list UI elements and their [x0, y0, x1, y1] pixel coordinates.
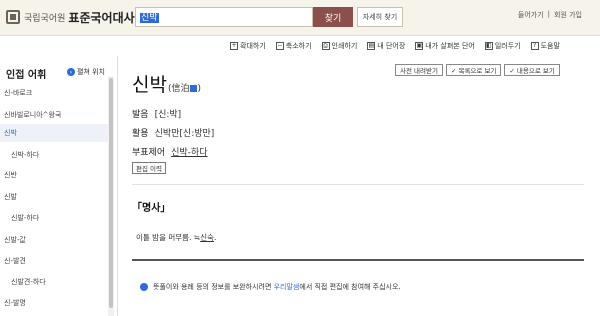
viewed-words-button[interactable]: ▣ 내가 살펴본 단어 [415, 41, 475, 51]
download-dictionary-button[interactable]: 사전 내려받기 [395, 64, 443, 76]
my-wordbook-button[interactable]: ▤ 내 단어장 [367, 41, 405, 51]
sidebar-item[interactable]: 신발-값 [0, 231, 110, 249]
edit-history-button[interactable]: 편집 이력 [132, 162, 166, 174]
synonym-link[interactable]: 신숙 [200, 233, 214, 242]
sidebar-item[interactable]: 신발견-하다 [0, 273, 110, 291]
search-button[interactable]: 찾기 [313, 7, 353, 27]
signup-link[interactable]: 회원 가입 [554, 10, 582, 20]
print-label: 인쇄하기 [331, 42, 358, 50]
sidebar-item[interactable]: 신-발명 [0, 294, 110, 312]
pronunciation-label: 발음 [132, 110, 149, 120]
sidebar-item[interactable]: 신-발견 [0, 252, 110, 270]
sidebar-item[interactable]: 신-바로크 [0, 84, 110, 102]
conjugation-value: 신박만[신:방만] [154, 129, 215, 139]
headword: 신박 [132, 74, 167, 96]
guide-icon: ◧ [484, 42, 493, 50]
my-wordbook-label: 내 단어장 [377, 42, 406, 50]
derivative-link[interactable]: 신박-하다 [171, 145, 207, 158]
guide-label: 일러두기 [494, 42, 521, 50]
sidebar-item[interactable]: 신박-하다 [0, 146, 110, 164]
headword-block: 신박 (信泊) [132, 70, 201, 97]
jump-label: 펼쳐 위치 [77, 68, 105, 76]
search-input-value: 신박 [140, 13, 159, 23]
derivative-row: 부표제어 신박-하다 [132, 145, 208, 158]
part-of-speech: 「명사」 [132, 203, 171, 214]
definition-text: 이틀 밤을 머무름. ≒ [136, 233, 201, 242]
jump-arrow-icon: › [67, 68, 75, 76]
detail-search-button[interactable]: 자세히 찾기 [357, 7, 403, 27]
logo-small-text: 국립국어원 [24, 13, 66, 24]
guide-button[interactable]: ◧ 일러두기 [484, 41, 521, 51]
notice-pre: 뜻풀이와 용례 등의 정보를 보완하시려면 [153, 283, 274, 291]
print-button[interactable]: ⎙ 인쇄하기 [321, 41, 358, 51]
section-divider [132, 259, 584, 261]
viewed-words-label: 내가 살펴본 단어 [425, 42, 475, 50]
sidebar-scrollbar-thumb[interactable] [109, 78, 113, 308]
help-button[interactable]: ? 도움말 [530, 41, 560, 51]
wordbook-icon: ▤ [367, 42, 376, 50]
zoom-out-button[interactable]: − 축소하기 [275, 41, 312, 51]
conjugation-row: 활용 신박만[신:방만] [132, 126, 214, 139]
zoom-in-button[interactable]: + 확대하기 [230, 41, 266, 51]
top-links: 들어가기 | 회원 가입 [518, 10, 582, 20]
zoom-out-label: 축소하기 [285, 42, 312, 50]
zoom-in-icon: + [230, 42, 238, 50]
pronunciation-row: 발음 [신:박] [132, 107, 181, 120]
edit-notice: 뜻풀이와 용례 등의 정보를 보완하시려면 우리말샘에서 직접 편집에 참여해 … [140, 282, 401, 292]
sidebar-item-active[interactable]: 신박 [0, 124, 110, 142]
header: 국립국어원 표준국어대사전 신박 찾기 자세히 찾기 들어가기 | 회원 가입 [0, 0, 600, 36]
conjugation-label: 활용 [132, 129, 149, 139]
definition-end: . [213, 233, 217, 242]
sidebar-item[interactable]: 신반 [0, 166, 110, 184]
adjacent-words-sidebar: 인접 어휘 › 펼쳐 위치 신-바로크 신바빌로니아^왕국 신박 신박-하다 신… [0, 56, 118, 316]
divider [132, 184, 584, 185]
notice-post: 에서 직접 편집에 참여해 주십시오. [299, 283, 401, 291]
list-view-button[interactable]: ✓ 목록으로 보기 [445, 64, 502, 76]
sidebar-item[interactable]: 신발 [0, 188, 110, 206]
history-icon: ▣ [415, 42, 424, 50]
zoom-in-label: 확대하기 [240, 42, 266, 50]
site-logo[interactable]: 국립국어원 표준국어대사전 [6, 9, 146, 25]
print-icon: ⎙ [321, 42, 330, 50]
urimalsaem-link[interactable]: 우리말샘 [274, 283, 300, 291]
toolbar: + 확대하기 − 축소하기 ⎙ 인쇄하기 ▤ 내 단어장 ▣ 내가 살펴본 단어… [230, 41, 560, 51]
help-label: 도움말 [540, 42, 560, 50]
content-view-button[interactable]: ✓ 내용으로 보기 [504, 64, 560, 76]
logo-mark-icon [6, 10, 20, 24]
definition: 이틀 밤을 머무름. ≒신숙. [136, 232, 216, 243]
hanja-close: ) [197, 84, 201, 94]
notice-text: 뜻풀이와 용례 등의 정보를 보완하시려면 우리말샘에서 직접 편집에 참여해 … [153, 282, 401, 292]
search-input[interactable]: 신박 [135, 7, 313, 27]
zoom-out-icon: − [275, 42, 284, 50]
sidebar-item[interactable]: 신발-하다 [0, 209, 110, 227]
info-icon [140, 283, 148, 291]
sidebar-item[interactable]: 신바빌로니아^왕국 [0, 106, 110, 124]
entry-view-buttons: 사전 내려받기 ✓ 목록으로 보기 ✓ 내용으로 보기 [395, 64, 560, 76]
help-icon: ? [530, 42, 539, 50]
derivative-label: 부표제어 [132, 148, 166, 158]
hanja-text: (信泊 [167, 84, 190, 94]
top-links-separator: | [547, 10, 550, 18]
hanja: (信泊) [168, 81, 201, 94]
sidebar-scrollbar[interactable] [108, 76, 114, 316]
jump-to-position-button[interactable]: › 펼쳐 위치 [67, 67, 105, 77]
login-link[interactable]: 들어가기 [518, 10, 544, 20]
sidebar-title: 인접 어휘 [6, 70, 47, 81]
pronunciation-value: [신:박] [154, 110, 182, 120]
